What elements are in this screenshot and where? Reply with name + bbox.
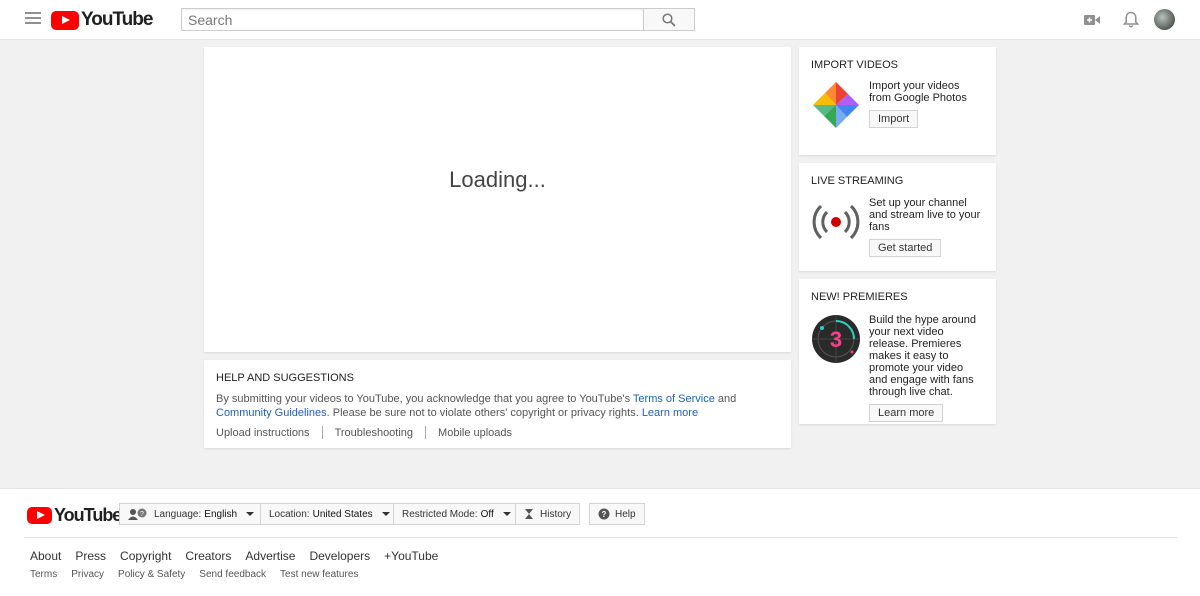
policy-safety-link[interactable]: Policy & Safety — [118, 569, 185, 580]
help-button[interactable]: ? Help — [589, 503, 645, 525]
upload-instructions-link[interactable]: Upload instructions — [216, 427, 310, 439]
footer: YouTube ? Language: English Location: Unit… — [0, 488, 1200, 596]
help-text-part2: . Please be sure not to violate others' … — [326, 407, 642, 419]
footer-logo-text: YouTube — [54, 505, 122, 525]
privacy-link[interactable]: Privacy — [71, 569, 104, 580]
svg-text:?: ? — [140, 511, 144, 518]
footer-secondary-links: Terms Privacy Policy & Safety Send feedb… — [30, 569, 372, 580]
live-streaming-card: LIVE STREAMING Set up your channel and s… — [799, 163, 996, 271]
help-text-part1: By submitting your videos to YouTube, yo… — [216, 393, 633, 405]
restricted-mode-value: Off — [480, 508, 494, 520]
terms-of-service-link[interactable]: Terms of Service — [633, 393, 715, 405]
troubleshooting-link[interactable]: Troubleshooting — [335, 427, 413, 439]
hourglass-icon — [525, 509, 533, 519]
search-bar — [181, 8, 695, 31]
terms-link[interactable]: Terms — [30, 569, 57, 580]
import-description: Import your videos from Google Photos — [869, 80, 967, 104]
learn-more-link[interactable]: Learn more — [642, 407, 698, 419]
premieres-description: Build the hype around your next video re… — [869, 314, 977, 398]
premieres-title: NEW! PREMIERES — [811, 291, 908, 303]
masthead: YouTube — [0, 0, 1200, 40]
about-link[interactable]: About — [30, 549, 61, 563]
plus-youtube-link[interactable]: +YouTube — [384, 549, 438, 563]
search-input[interactable] — [181, 8, 643, 31]
logo-text: YouTube — [81, 9, 153, 30]
send-feedback-link[interactable]: Send feedback — [199, 569, 266, 580]
account-avatar[interactable] — [1154, 9, 1175, 30]
help-text-and: and — [714, 393, 737, 405]
divider — [321, 426, 323, 439]
restricted-mode-button[interactable]: Restricted Mode: Off — [393, 503, 520, 525]
import-videos-card: IMPORT VIDEOS Import your videos from Go… — [799, 47, 996, 155]
location-label: Location: — [269, 508, 310, 520]
search-button[interactable] — [643, 8, 695, 31]
test-new-features-link[interactable]: Test new features — [280, 569, 358, 580]
premieres-countdown-icon: 3 — [812, 315, 860, 363]
developers-link[interactable]: Developers — [309, 549, 370, 563]
creators-link[interactable]: Creators — [185, 549, 231, 563]
hamburger-menu-icon[interactable] — [25, 12, 41, 28]
language-value: English — [204, 508, 238, 520]
premieres-badge-number: 3 — [830, 327, 842, 352]
language-picker-button[interactable]: ? Language: English — [119, 503, 264, 525]
chevron-down-icon — [246, 512, 255, 516]
svg-text:?: ? — [602, 510, 607, 519]
google-photos-icon — [813, 82, 859, 128]
footer-play-logo-icon — [27, 507, 52, 524]
footer-primary-links: About Press Copyright Creators Advertise… — [30, 549, 452, 563]
chevron-down-icon — [502, 512, 511, 516]
help-text: By submitting your videos to YouTube, yo… — [216, 392, 779, 420]
advertise-link[interactable]: Advertise — [245, 549, 295, 563]
live-title: LIVE STREAMING — [811, 175, 904, 187]
get-started-button[interactable]: Get started — [869, 239, 942, 257]
import-button[interactable]: Import — [869, 110, 919, 128]
upload-panel: Loading... — [204, 47, 791, 352]
location-picker-button[interactable]: Location: United States — [260, 503, 399, 525]
history-label: History — [540, 508, 572, 520]
help-label: Help — [615, 508, 636, 520]
mobile-uploads-link[interactable]: Mobile uploads — [438, 427, 512, 439]
premieres-card: NEW! PREMIERES 3 Build the hype around y… — [799, 279, 996, 424]
loading-text: Loading... — [449, 166, 546, 192]
copyright-link[interactable]: Copyright — [120, 549, 171, 563]
history-button[interactable]: History — [515, 503, 581, 525]
language-icon: ? — [128, 508, 147, 520]
restricted-mode-label: Restricted Mode: — [402, 508, 478, 520]
footer-divider — [24, 537, 1177, 538]
youtube-logo[interactable]: YouTube — [51, 9, 153, 30]
divider — [425, 426, 427, 439]
press-link[interactable]: Press — [75, 549, 106, 563]
create-video-icon[interactable] — [1082, 10, 1102, 30]
learn-more-button[interactable]: Learn more — [869, 404, 944, 422]
help-icon: ? — [598, 508, 610, 520]
help-suggestions-panel: HELP AND SUGGESTIONS By submitting your … — [204, 360, 791, 448]
community-guidelines-link[interactable]: Community Guidelines — [216, 407, 327, 419]
notifications-bell-icon[interactable] — [1121, 10, 1141, 30]
live-description: Set up your channel and stream live to y… — [869, 197, 981, 233]
live-broadcast-icon — [812, 204, 860, 240]
play-logo-icon — [51, 10, 79, 30]
chevron-down-icon — [381, 512, 390, 516]
language-label: Language: — [154, 508, 202, 520]
location-value: United States — [312, 508, 373, 520]
help-title: HELP AND SUGGESTIONS — [216, 372, 354, 384]
import-title: IMPORT VIDEOS — [811, 59, 899, 71]
help-links: Upload instructions Troubleshooting Mobi… — [216, 426, 779, 439]
footer-youtube-logo[interactable]: YouTube — [27, 505, 122, 526]
search-icon — [662, 12, 676, 27]
